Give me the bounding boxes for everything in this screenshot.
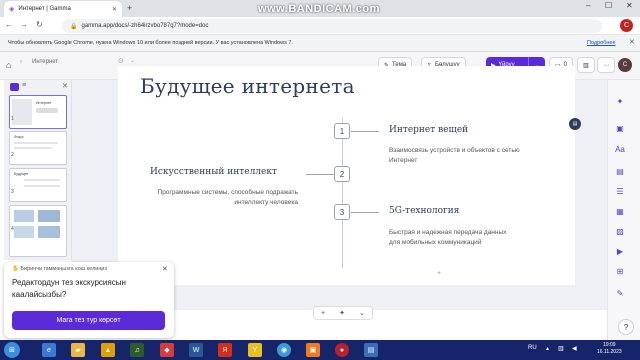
system-clock[interactable]: 19:09 16.11.2023 [597, 342, 622, 356]
add-item-icon[interactable]: + [437, 270, 441, 277]
timeline-marker: 1 [334, 123, 350, 139]
item-heading[interactable]: Искусственный интеллект [150, 167, 277, 177]
start-tour-button[interactable]: Мага тез тур көрсөт [12, 311, 165, 330]
maximize-icon[interactable]: ☐ [605, 1, 612, 10]
network-icon[interactable]: ▥ [558, 345, 564, 352]
infobar-close-icon[interactable]: ✕ [629, 38, 635, 46]
item-text[interactable]: Программные системы, способные подражать… [150, 188, 298, 208]
page-title[interactable]: Будущее интернета [140, 74, 355, 98]
chevron-down-icon[interactable]: ⌄ [359, 309, 365, 317]
slide-thumbnail[interactable]: Интернет [9, 95, 67, 129]
url-field[interactable]: 🔒 gamma.app/docs/-zh64irzvbo787q7?mode=d… [62, 19, 602, 33]
clock-time: 19:09 [603, 342, 616, 348]
list-view-icon[interactable]: ≡ [22, 82, 26, 89]
bandicam-watermark: www.BANDICAM.com [258, 3, 380, 15]
thumbnail-number: 1 [11, 116, 14, 122]
gamepad-icon[interactable]: ▲ [101, 343, 115, 357]
slide-thumbnail[interactable] [9, 205, 67, 257]
slide-thumbnail[interactable]: Фокус [9, 131, 67, 165]
infobar-more-link[interactable]: Подробнее [587, 40, 616, 46]
yandex-browser-icon[interactable]: Y [248, 343, 262, 357]
explorer-icon[interactable]: ▰ [71, 343, 85, 357]
clock-date: 16.11.2023 [597, 349, 622, 355]
help-button[interactable]: ? [618, 319, 634, 335]
list-icon[interactable]: ☰ [614, 187, 626, 196]
wave-icon: ✋ [12, 266, 19, 272]
thumbnail-number: 3 [11, 189, 14, 195]
item-heading[interactable]: 5G-технология [389, 206, 459, 216]
app2-icon[interactable]: ▣ [306, 343, 320, 357]
close-sidebar-icon[interactable]: ✕ [62, 82, 68, 90]
popup-intro-text: Биринчи гаммаңызга кош келиңиз [20, 266, 107, 272]
start-button[interactable]: ⊞ [4, 342, 20, 358]
taskbar [0, 340, 640, 360]
update-infobar: Чтобы обновлять Google Chrome, нужна Win… [0, 35, 640, 52]
video-icon[interactable]: ▶ [614, 247, 626, 256]
more-menu-button[interactable]: ⋯ [597, 57, 615, 73]
image-icon[interactable]: ▨ [614, 227, 626, 236]
breadcrumb[interactable]: Интернет [32, 59, 58, 65]
language-indicator[interactable]: RU [528, 345, 537, 351]
item-text[interactable]: Взаимосвязь устройств и объектов с сетью… [389, 146, 549, 166]
back-icon[interactable]: ← [5, 20, 13, 29]
card-layout-icon[interactable]: ▣ [614, 124, 626, 133]
profile-avatar[interactable]: C [620, 19, 633, 32]
url-text: gamma.app/docs/-zh64irzvbo787q7?mode=doc [81, 23, 209, 29]
add-card-icon[interactable]: + [321, 310, 325, 317]
tab-title: Интернет | Gamma [18, 6, 71, 12]
layout-icon[interactable]: ▤ [614, 167, 626, 176]
thumbnail-number: 4 [11, 226, 14, 232]
grid-icon[interactable]: ⊞ [614, 267, 626, 276]
table-icon[interactable]: ▦ [614, 207, 626, 216]
more-icon: ⋯ [603, 62, 609, 69]
analytics-button[interactable]: ▥ [577, 57, 595, 73]
app3-icon[interactable]: ▤ [364, 343, 378, 357]
ai-sparkle-icon[interactable]: ✦ [614, 97, 626, 106]
chevron-down-icon[interactable]: ⌄ [130, 57, 135, 64]
media-icon[interactable]: ♫ [130, 343, 144, 357]
close-window-icon[interactable]: ✕ [626, 1, 633, 10]
add-comment-icon[interactable]: ▤ [569, 118, 581, 130]
reload-icon[interactable]: ↻ [36, 20, 43, 29]
item-heading[interactable]: Интернет вещей [389, 125, 468, 135]
timeline-marker: 2 [334, 166, 350, 182]
timeline-marker: 3 [334, 204, 350, 220]
breadcrumb-separator: › [20, 59, 22, 65]
popup-close-icon[interactable]: ✕ [162, 265, 168, 273]
text-format-icon[interactable]: Aa [614, 145, 626, 154]
ie-icon[interactable]: e [42, 343, 56, 357]
popup-intro: ✋ Биринчи гаммаңызга кош келиңиз [12, 266, 107, 272]
item-text[interactable]: Быстрая и надежная передача данных для м… [389, 228, 517, 248]
tray-arrow-icon[interactable]: ▴ [546, 345, 549, 352]
timeline-connector [351, 131, 379, 132]
timeline-connector [306, 174, 334, 175]
minimize-icon[interactable]: – [586, 1, 590, 10]
chart-icon: ▥ [583, 62, 589, 69]
gamma-favicon-icon: ◈ [9, 6, 15, 13]
bottom-toolbar: + ✦ ⌄ [313, 306, 373, 320]
popup-question: Редактордун тез экскурсиясын каалайсызбы… [12, 278, 126, 299]
grid-view-icon[interactable] [10, 83, 19, 91]
thumbnail-number: 2 [11, 152, 14, 158]
yandex-icon[interactable]: Я [218, 343, 232, 357]
home-icon[interactable]: ⌂ [6, 60, 11, 70]
chrome-icon[interactable]: ◉ [277, 343, 291, 357]
volume-icon[interactable]: ◀ [572, 345, 577, 352]
edit-icon[interactable]: ✎ [614, 289, 626, 298]
new-tab-icon[interactable]: + [127, 3, 132, 13]
forward-icon[interactable]: → [20, 20, 28, 29]
browser-tab[interactable]: ◈ Интернет | Gamma ✕ [4, 1, 122, 17]
slide-thumbnail[interactable]: Будущее [9, 168, 67, 202]
app-icon[interactable]: ◆ [160, 343, 174, 357]
close-tab-icon[interactable]: ✕ [112, 6, 117, 13]
user-avatar[interactable]: C [618, 58, 632, 72]
infobar-text: Чтобы обновлять Google Chrome, нужна Win… [8, 40, 293, 46]
ai-sparkle-icon[interactable]: ✦ [339, 309, 345, 317]
timeline-connector [351, 212, 379, 213]
word-icon[interactable]: W [189, 343, 203, 357]
timeline-line [342, 118, 343, 268]
comment-icon[interactable]: ⊙ [118, 57, 124, 65]
lock-icon: 🔒 [70, 23, 78, 30]
bandicam-icon[interactable]: ● [335, 343, 349, 357]
